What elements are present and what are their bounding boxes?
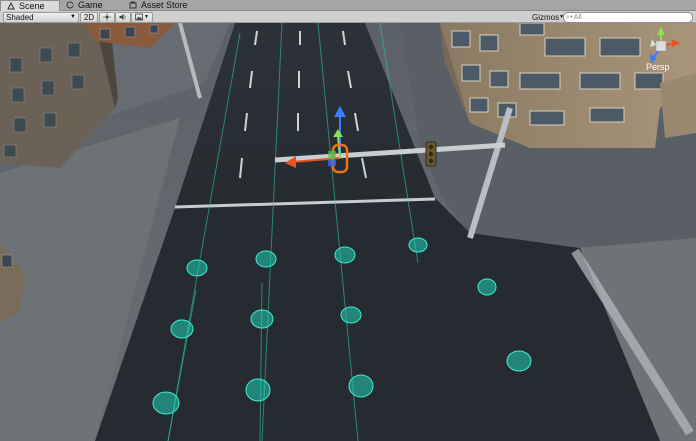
sun-icon (103, 12, 111, 23)
chevron-down-icon: ▼ (144, 14, 149, 20)
draw-mode-dropdown[interactable]: Shaded ▼ (3, 12, 79, 23)
search-placeholder: All (573, 14, 582, 21)
tab-asset-store[interactable]: Asset Store (123, 0, 213, 10)
tab-scene-label: Scene (19, 1, 45, 11)
tab-game-label: Game (78, 0, 103, 10)
scene-viewport[interactable]: Persp (0, 23, 696, 441)
tab-bar: Scene Game Asset Store (0, 0, 696, 11)
lighting-toggle-button[interactable] (99, 12, 115, 23)
asset-store-icon (129, 1, 137, 9)
2d-toggle-button[interactable]: 2D (80, 12, 98, 23)
audio-toggle-button[interactable] (115, 12, 131, 23)
tab-asset-store-label: Asset Store (141, 0, 188, 10)
chevron-down-icon: ▼ (70, 14, 76, 20)
2d-toggle-label: 2D (83, 13, 95, 22)
speaker-icon (119, 13, 127, 23)
hierarchy-search-input[interactable]: ⌕▾ All (563, 12, 693, 23)
scene-icon (7, 1, 15, 10)
tab-game[interactable]: Game (60, 0, 122, 10)
draw-mode-value: Shaded (6, 13, 34, 22)
scene-toolbar: Shaded ▼ 2D ▼ Gizmos ▼ ⌕▾ All (0, 11, 696, 23)
tab-scene[interactable]: Scene (0, 0, 60, 11)
gizmos-label: Gizmos (532, 13, 560, 22)
effects-dropdown[interactable]: ▼ (131, 12, 153, 23)
image-effects-icon (135, 13, 143, 23)
gizmos-dropdown[interactable]: Gizmos ▼ (529, 12, 564, 23)
gizmo-persp-label: Persp (646, 62, 670, 72)
game-icon (66, 1, 74, 9)
search-icon: ⌕▾ (566, 14, 573, 21)
